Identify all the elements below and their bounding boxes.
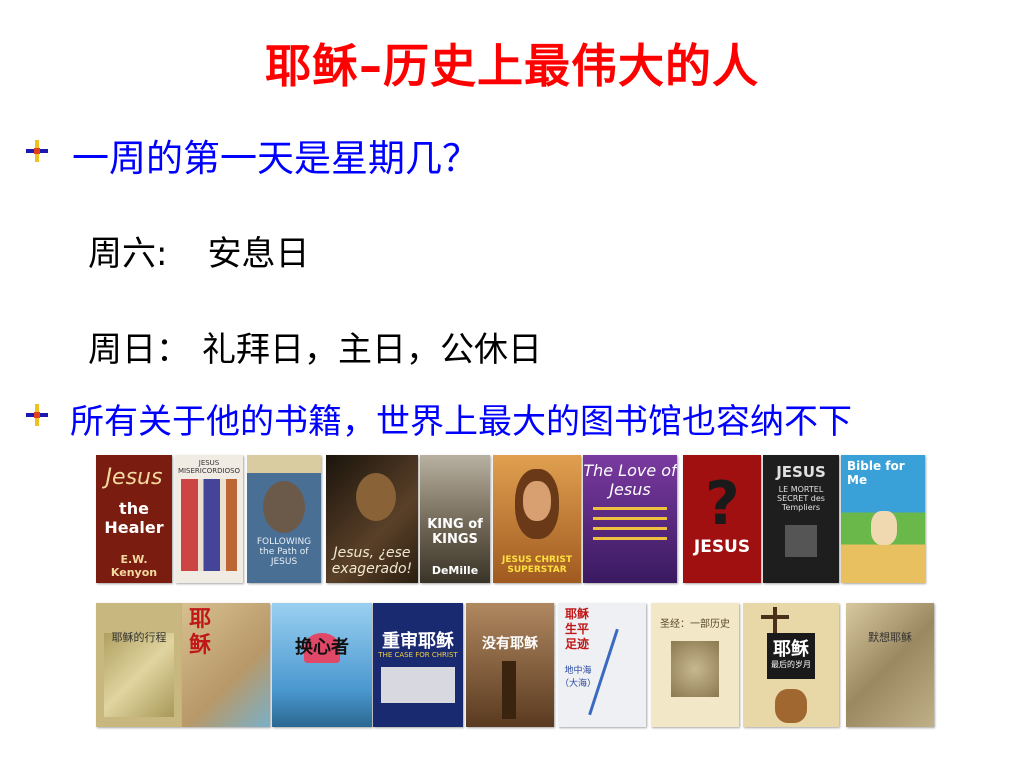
book-subtitle: 最后的岁月: [771, 660, 811, 669]
bullet-icon: [26, 140, 48, 162]
book-cover-meditate-jesus: 默想耶稣: [846, 603, 934, 727]
book-title: JESUS CHRIST SUPERSTAR: [502, 555, 572, 575]
book-cover-case-for-christ: 重审耶稣 THE CASE FOR CHRIST: [373, 603, 463, 727]
book-title: 重审耶稣: [382, 631, 454, 652]
book-title: Jesus: [105, 465, 163, 490]
book-cover-following-path: FOLLOWING the Path of JESUS: [247, 455, 321, 583]
book-subtitle: 地中海（大海）: [560, 666, 597, 689]
slide-title: 耶稣–历史上最伟大的人: [265, 39, 759, 93]
book-subtitle: DeMille: [431, 564, 479, 577]
book-title: 耶稣: [188, 607, 211, 658]
book-cover-jesus-christ-superstar: JESUS CHRIST SUPERSTAR: [493, 455, 581, 583]
book-title: Bible for Me: [847, 459, 905, 487]
book-title: Jesus, ¿ese exagerado!: [331, 545, 413, 577]
book-title: JESUS MISERICORDIOSO: [177, 459, 241, 475]
book-title: KING of KINGS: [427, 517, 483, 547]
book-title: 耶稣的行程: [111, 631, 167, 644]
book-title: 耶稣生平足迹: [564, 607, 589, 651]
book-cover-life-footsteps: 耶稣生平足迹 地中海（大海）: [558, 603, 646, 727]
book-title: 圣经：一部历史: [660, 619, 730, 630]
book-cover-bible-for-me: Bible for Me: [841, 455, 925, 583]
sunday-value: 礼拜日，主日，公休日: [202, 330, 542, 370]
saturday-label: 周六:: [88, 234, 168, 274]
book-title: 默想耶稣: [868, 631, 912, 644]
book-cover-without-jesus: 没有耶稣: [466, 603, 554, 727]
book-author: E.W. Kenyon: [110, 553, 158, 579]
book-title: 没有耶稣: [482, 636, 538, 652]
book-cover-jesus-templiers: JESUS LE MORTEL SECRET des Templiers: [763, 455, 839, 583]
book-title: The Love of Jesus: [583, 461, 677, 499]
book-title: 耶稣: [773, 639, 809, 660]
saturday-line: 周六: 安息日: [88, 226, 309, 275]
bullet-icon: [26, 404, 48, 426]
book-subtitle: LE MORTEL SECRET des Templiers: [777, 485, 825, 512]
book-title: JESUS: [693, 537, 751, 557]
book-cover-jesus-footprints: 耶稣: [182, 603, 270, 727]
question-first-day: 一周的第一天是星期几？: [72, 137, 479, 180]
book-cover-bible-history: 圣经：一部历史: [651, 603, 739, 727]
book-cover-love-of-jesus: The Love of Jesus: [583, 455, 677, 583]
book-cover-heart-changer: 换心者: [272, 603, 372, 727]
book-cover-jesus-the-healer: Jesus the Healer E.W. Kenyon: [96, 455, 172, 583]
question-books: 所有关于他的书籍，世界上最大的图书馆也容纳不下: [70, 402, 852, 442]
book-subtitle: THE CASE FOR CHRIST: [378, 651, 458, 659]
book-title: JESUS: [776, 463, 826, 481]
book-cover-jesus-itinerary: 耶稣的行程: [96, 603, 182, 727]
book-cover-jesus-misericordioso: JESUS MISERICORDIOSO: [175, 455, 243, 583]
book-cover-king-of-kings: KING of KINGS DeMille: [420, 455, 490, 583]
book-cover-last-days: 耶稣 最后的岁月: [743, 603, 839, 727]
book-cover-jesus-question: ? JESUS: [683, 455, 761, 583]
book-subtitle: the Healer: [104, 499, 164, 537]
book-title: 换心者: [295, 637, 349, 658]
book-title: FOLLOWING the Path of JESUS: [256, 537, 312, 567]
book-cover-jesus-ese-exagerado: Jesus, ¿ese exagerado!: [326, 455, 418, 583]
sunday-label: 周日：: [88, 330, 190, 370]
sunday-line: 周日： 礼拜日，主日，公休日: [88, 322, 542, 371]
saturday-value: 安息日: [207, 234, 310, 274]
